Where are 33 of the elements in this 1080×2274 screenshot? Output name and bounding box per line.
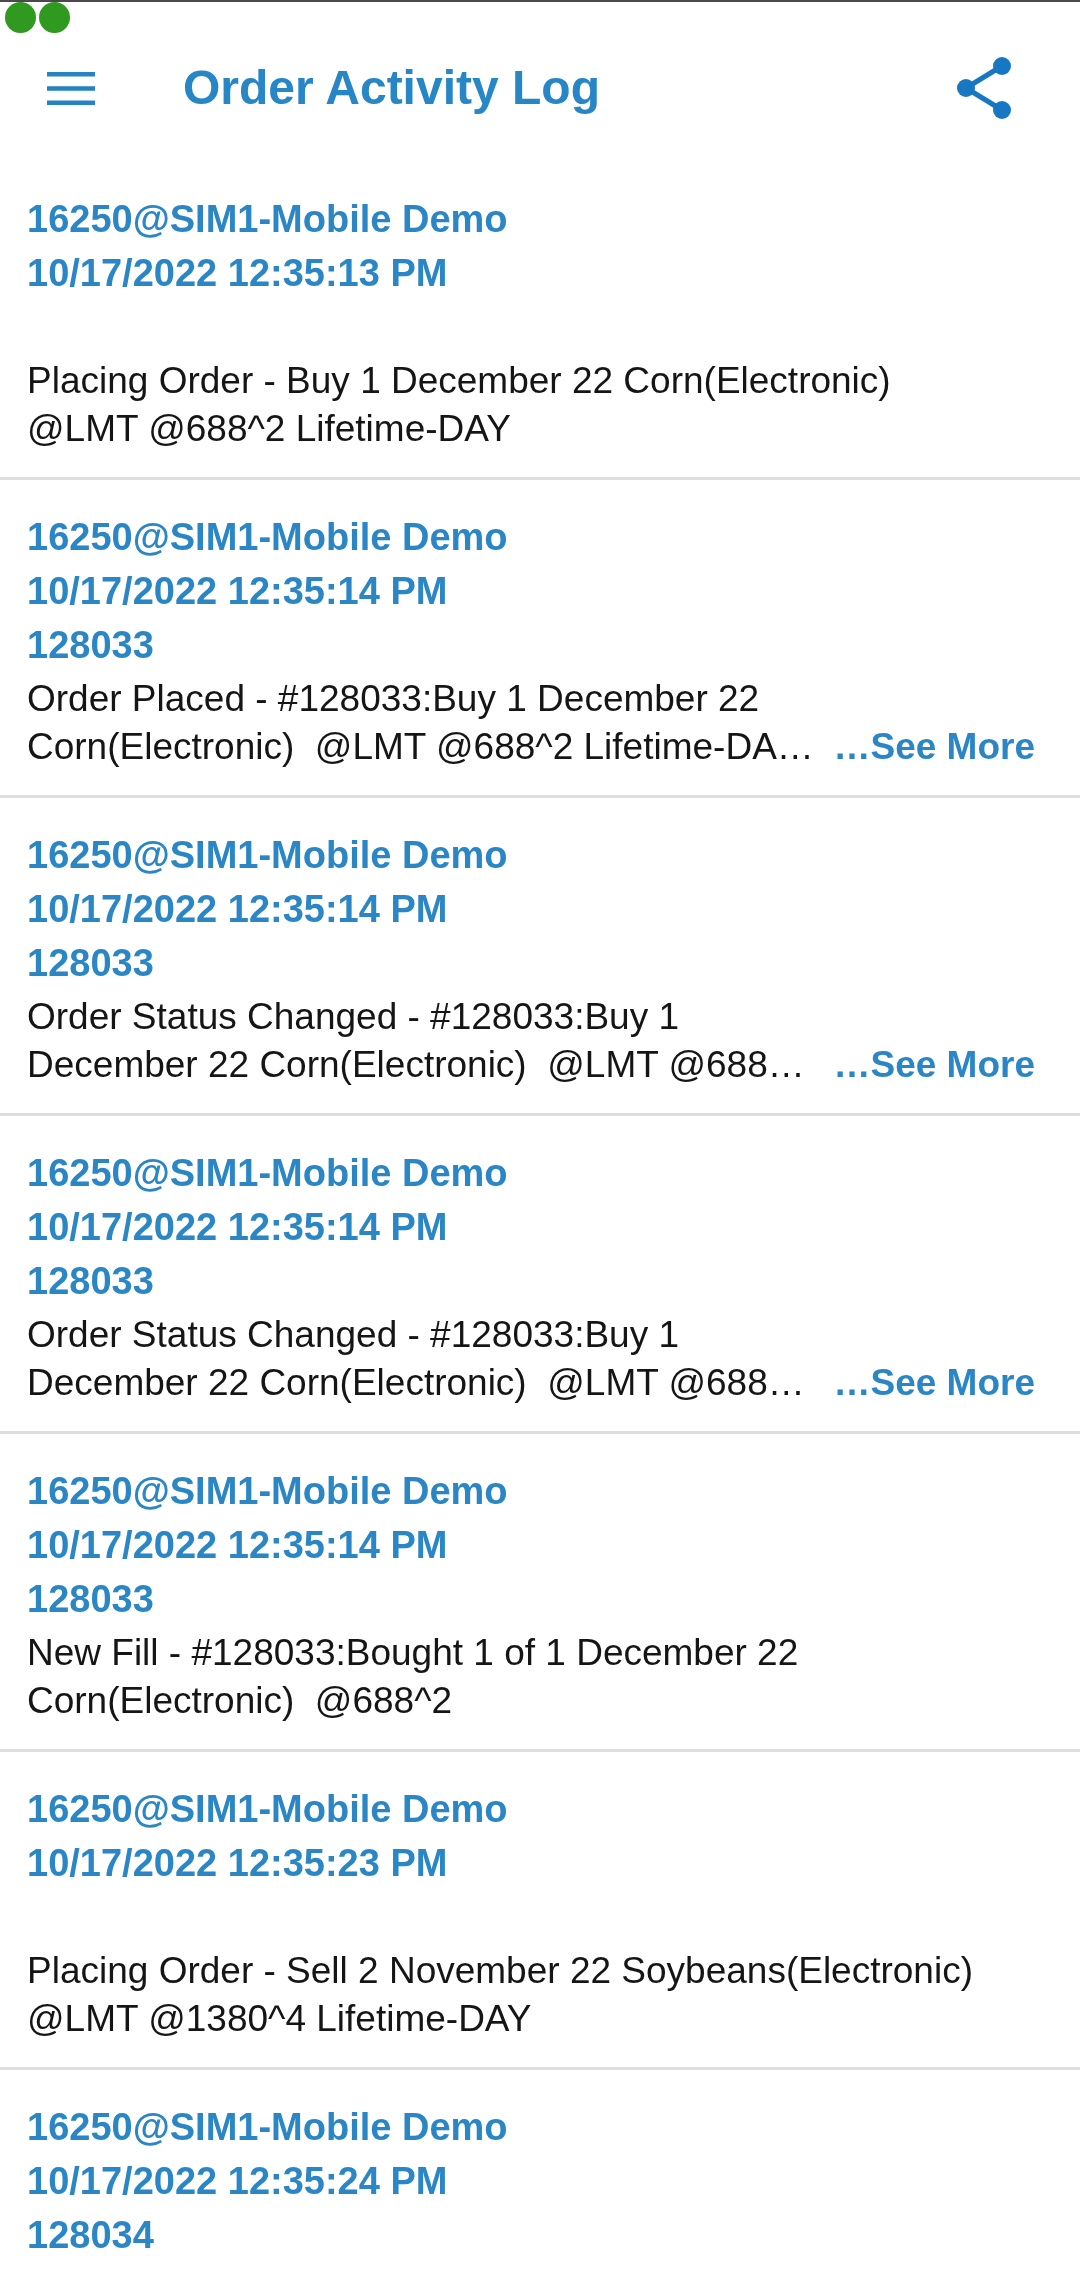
order-number: 128033	[27, 1577, 154, 1622]
screen-title: Order Activity Log	[183, 60, 600, 117]
menu-icon[interactable]	[47, 71, 95, 105]
timestamp: 10/17/2022 12:35:13 PM	[27, 251, 448, 296]
account-name: 16250@SIM1-Mobile Demo	[27, 833, 508, 878]
order-number: 128033	[27, 941, 154, 986]
order-number: 128033	[27, 1259, 154, 1304]
account-name: 16250@SIM1-Mobile Demo	[27, 515, 508, 560]
timestamp: 10/17/2022 12:35:23 PM	[27, 1841, 448, 1886]
dot-icon	[39, 2, 70, 33]
activity-description: Order Status Changed - #128033:Buy 1 December 22 Corn(Electronic) @LMT @688…	[27, 995, 806, 1087]
order-number: 128033	[27, 623, 154, 668]
timestamp: 10/17/2022 12:35:14 PM	[27, 887, 448, 932]
activity-description: Placing Order - Sell 2 November 22 Soybeans(Electronic) @LMT @1380^4 Lifetime-DAY	[27, 1949, 974, 2041]
share-icon[interactable]	[957, 57, 1011, 119]
see-more-link[interactable]: …See More	[833, 723, 1035, 771]
timestamp: 10/17/2022 12:35:14 PM	[27, 1523, 448, 1568]
activity-description: Order Status Changed - #128033:Buy 1 December 22 Corn(Electronic) @LMT @688…	[27, 1313, 806, 1405]
see-more-link[interactable]: …See More	[833, 1041, 1035, 1089]
activity-description: New Fill - #128033:Bought 1 of 1 December 22 Corn(Electronic) @688^2	[27, 1631, 800, 1723]
order-number: 128034	[27, 2213, 154, 2258]
account-name: 16250@SIM1-Mobile Demo	[27, 197, 508, 242]
account-name: 16250@SIM1-Mobile Demo	[27, 1469, 508, 1514]
activity-description: Placing Order - Buy 1 December 22 Corn(Electronic) @LMT @688^2 Lifetime-DAY	[27, 359, 892, 451]
activity-description: Order Placed - #128033:Buy 1 December 22 Corn(Electronic) @LMT @688^2 Lifetime-DA…	[27, 677, 815, 769]
dot-icon	[5, 2, 36, 33]
timestamp: 10/17/2022 12:35:14 PM	[27, 1205, 448, 1250]
see-more-link[interactable]: …See More	[833, 1359, 1035, 1407]
timestamp: 10/17/2022 12:35:24 PM	[27, 2159, 448, 2204]
account-name: 16250@SIM1-Mobile Demo	[27, 2105, 508, 2150]
account-name: 16250@SIM1-Mobile Demo	[27, 1787, 508, 1832]
account-name: 16250@SIM1-Mobile Demo	[27, 1151, 508, 1196]
timestamp: 10/17/2022 12:35:14 PM	[27, 569, 448, 614]
